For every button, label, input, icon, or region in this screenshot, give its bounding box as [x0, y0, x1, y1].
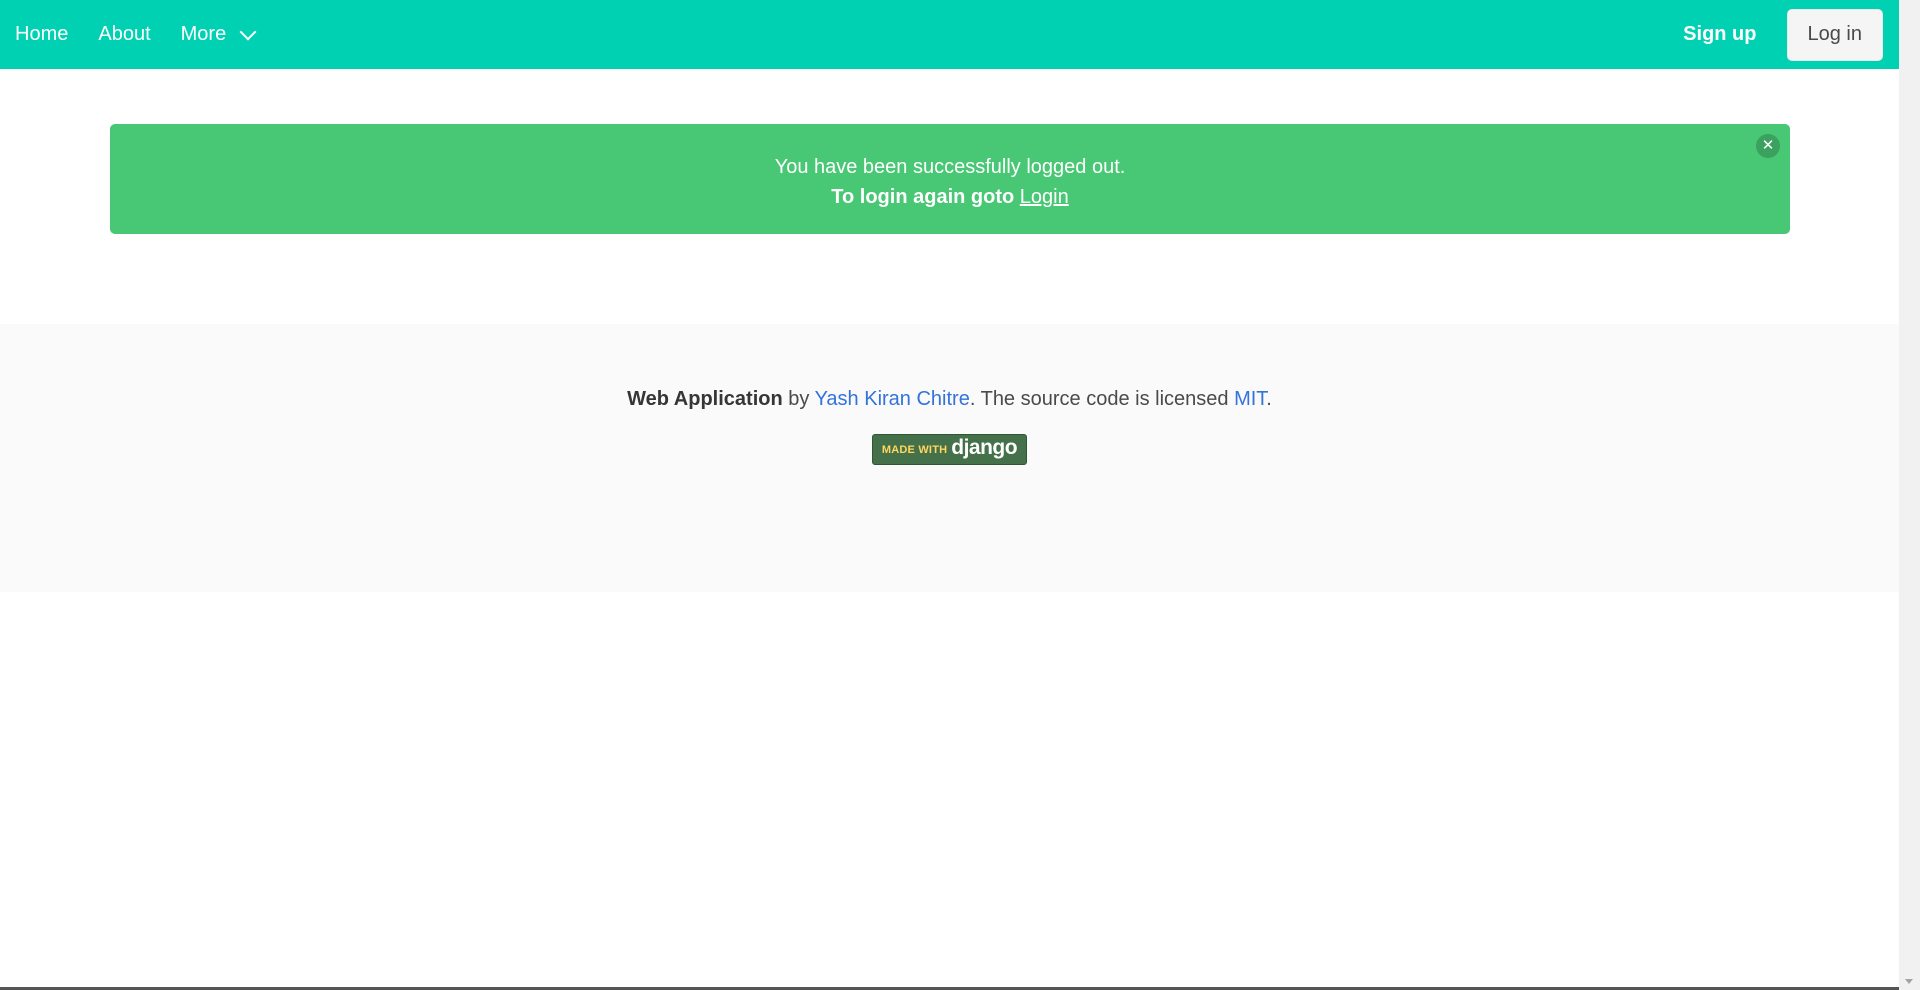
navbar-end: Sign up Log in — [1668, 0, 1899, 69]
notification-prompt: To login again goto — [831, 186, 1015, 208]
nav-item-more[interactable]: More — [166, 0, 270, 69]
badge-big-text: django — [951, 436, 1018, 459]
footer: Web Application by Yash Kiran Chitre. Th… — [0, 324, 1899, 592]
login-button[interactable]: Log in — [1786, 8, 1883, 61]
nav-more-label: More — [180, 23, 227, 45]
vertical-scrollbar[interactable] — [1899, 0, 1920, 990]
nav-about-label: About — [98, 23, 151, 45]
logout-notification: ✕ You have been successfully logged out.… — [110, 124, 1790, 234]
close-icon[interactable]: ✕ — [1756, 134, 1780, 158]
login-link[interactable]: Login — [1020, 186, 1069, 208]
scroll-down-arrow-icon[interactable] — [1905, 979, 1913, 984]
signup-button[interactable]: Sign up — [1668, 23, 1786, 46]
footer-end: . — [1266, 388, 1272, 410]
footer-app-name: Web Application — [627, 388, 783, 410]
chevron-down-icon — [239, 23, 257, 40]
notification-prompt-line: To login again goto Login — [110, 182, 1790, 212]
nav-home-label: Home — [15, 23, 69, 45]
navbar: Home About More Sign up Log in — [0, 0, 1899, 69]
badge-small-text: MADE WITH — [881, 443, 948, 456]
footer-by: by — [788, 388, 810, 410]
license-link[interactable]: MIT — [1234, 388, 1266, 410]
viewport: Home About More Sign up Log in ✕ You hav… — [0, 0, 1899, 990]
navbar-start: Home About More — [0, 0, 269, 69]
page: Home About More Sign up Log in ✕ You hav… — [0, 0, 1920, 990]
author-link[interactable]: Yash Kiran Chitre — [815, 388, 970, 410]
footer-credits: Web Application by Yash Kiran Chitre. Th… — [0, 388, 1899, 411]
login-button-label: Log in — [1807, 23, 1863, 45]
nav-item-about[interactable]: About — [83, 0, 165, 69]
nav-item-home[interactable]: Home — [0, 0, 83, 69]
notification-message: You have been successfully logged out. — [774, 156, 1126, 178]
footer-license-text: . The source code is licensed — [969, 388, 1229, 410]
made-with-django-badge[interactable]: MADE WITH django — [872, 434, 1027, 465]
